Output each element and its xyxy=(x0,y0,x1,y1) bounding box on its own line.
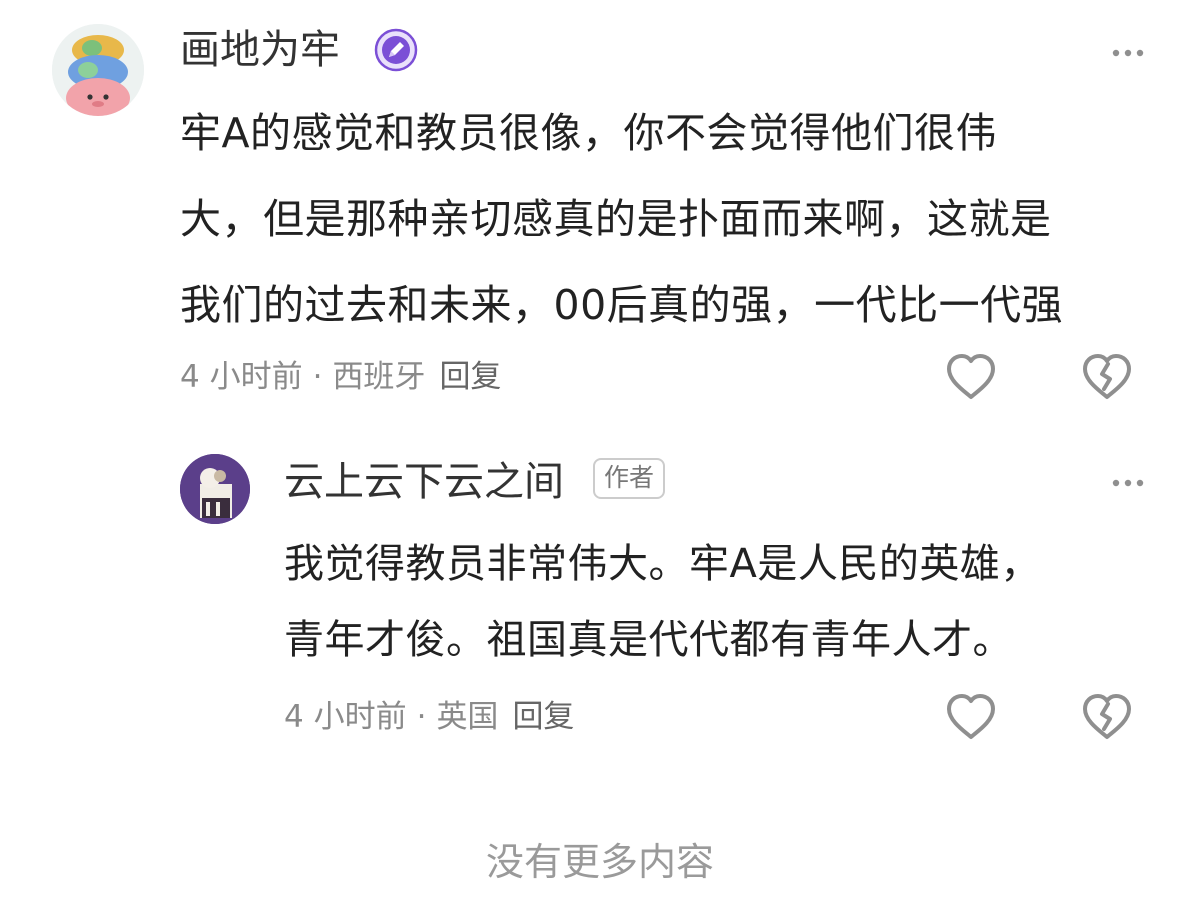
comment-body-line: 我们的过去和未来，00后真的强，一代比一代强 xyxy=(180,281,1064,329)
no-more-content-label: 没有更多内容 xyxy=(485,840,714,884)
timestamp: 4 小时前 xyxy=(284,699,407,735)
meta-separator: · xyxy=(312,359,323,395)
broken-heart-icon[interactable] xyxy=(1080,352,1134,402)
author-tag: 作者 xyxy=(593,458,666,499)
reply-body-line: 青年才俊。祖国真是代代都有青年人才。 xyxy=(284,617,1013,663)
avatar[interactable] xyxy=(180,454,250,524)
comment-body: 牢A的感觉和教员很像，你不会觉得他们很伟 大，但是那种亲切感真的是扑面而来啊，这… xyxy=(180,90,1063,348)
comment-item: 画地为牢 牢A的感觉和教员很像，你不会觉得他们很伟 大，但是那种亲切感真的是扑面… xyxy=(0,0,1200,420)
reply-item: 云上云下云之间 作者 我觉得教员非常伟大。牢A是人民的英雄， 青年才俊。祖国真是… xyxy=(0,440,1200,760)
avatar-image xyxy=(180,454,250,524)
location: 英国 xyxy=(436,699,499,735)
avatar[interactable] xyxy=(52,24,144,116)
comment-meta: 4 小时前 · 西班牙 回复 xyxy=(180,362,501,393)
location: 西班牙 xyxy=(332,359,426,395)
username[interactable]: 画地为牢 xyxy=(180,30,340,70)
avatar-image xyxy=(52,24,144,116)
heart-icon[interactable] xyxy=(944,352,998,402)
creator-pen-badge-icon xyxy=(374,28,418,72)
timestamp: 4 小时前 xyxy=(180,359,303,395)
reply-meta: 4 小时前 · 英国 回复 xyxy=(284,702,574,733)
reply-body: 我觉得教员非常伟大。牢A是人民的英雄， 青年才俊。祖国真是代代都有青年人才。 xyxy=(284,526,1041,678)
reply-button[interactable]: 回复 xyxy=(512,699,574,735)
reply-body-line: 我觉得教员非常伟大。牢A是人民的英雄， xyxy=(284,541,1041,587)
comment-body-line: 牢A的感觉和教员很像，你不会觉得他们很伟 xyxy=(180,109,998,157)
comment-thread: 画地为牢 牢A的感觉和教员很像，你不会觉得他们很伟 大，但是那种亲切感真的是扑面… xyxy=(0,0,1200,900)
heart-icon[interactable] xyxy=(944,692,998,742)
more-dots-icon[interactable] xyxy=(1110,44,1146,57)
comment-body-line: 大，但是那种亲切感真的是扑面而来啊，这就是 xyxy=(180,195,1052,243)
reply-button[interactable]: 回复 xyxy=(439,359,501,395)
broken-heart-icon[interactable] xyxy=(1080,692,1134,742)
username[interactable]: 云上云下云之间 xyxy=(284,462,564,502)
meta-separator: · xyxy=(416,699,427,735)
more-dots-icon[interactable] xyxy=(1110,474,1146,487)
